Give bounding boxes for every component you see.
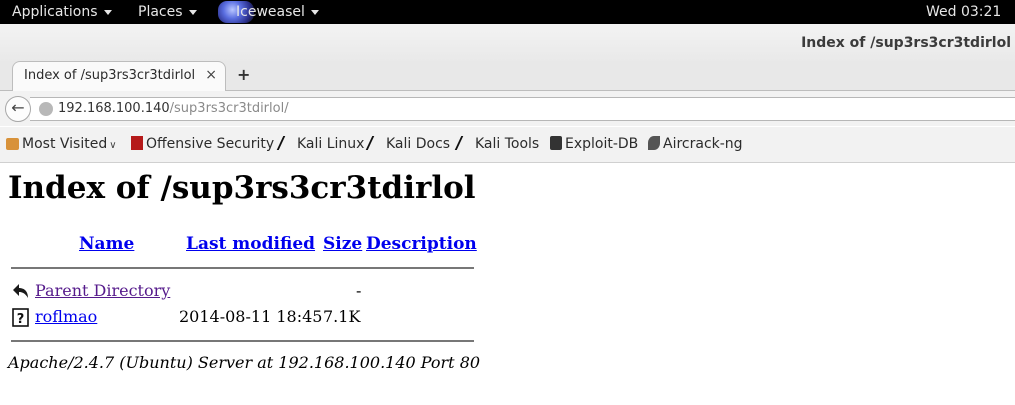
app-name-label: Iceweasel — [236, 4, 305, 20]
chevron-down-icon — [188, 9, 197, 15]
bookmark-kali-tools[interactable]: Kali Tools — [454, 136, 540, 152]
folder-icon — [6, 138, 19, 150]
bookmark-label: Kali Docs — [386, 136, 451, 152]
bookmark-kali-docs[interactable]: Kali Docs — [365, 136, 451, 152]
applications-menu[interactable]: Applications — [12, 3, 112, 21]
close-icon[interactable]: × — [205, 67, 217, 83]
url-text: 192.168.100.140/sup3rs3cr3tdirlol/ — [58, 101, 289, 116]
bookmark-label: Offensive Security — [146, 136, 275, 152]
exploitdb-icon — [550, 136, 562, 150]
back-arrow-icon: ← — [11, 98, 25, 117]
offsec-icon — [131, 136, 143, 150]
applications-label: Applications — [12, 4, 98, 20]
column-header-name[interactable]: Name — [79, 234, 134, 254]
window-titlebar: Index of /sup3rs3cr3tdirlol — [0, 24, 1015, 61]
tab-label: Index of /sup3rs3cr3tdirlol — [24, 68, 196, 83]
divider — [11, 267, 474, 269]
kali-dragon-icon — [276, 136, 298, 150]
bookmark-kali-linux[interactable]: Kali Linux — [276, 136, 365, 152]
chevron-down-icon — [103, 9, 112, 15]
bookmark-label: Kali Linux — [297, 136, 365, 152]
bookmarks-toolbar: Most Visited ∨ Offensive Security Kali Li… — [0, 127, 1015, 163]
bookmark-label: Kali Tools — [475, 136, 540, 152]
bookmark-exploit-db[interactable]: Exploit-DB — [550, 136, 638, 152]
file-link-roflmao[interactable]: roflmao — [35, 307, 97, 326]
column-header-description[interactable]: Description — [366, 234, 477, 254]
kali-dragon-icon — [454, 136, 476, 150]
kali-dragon-icon — [365, 136, 387, 150]
svg-text:?: ? — [17, 312, 25, 327]
chevron-down-icon — [310, 9, 319, 15]
bookmark-most-visited[interactable]: Most Visited ∨ — [6, 136, 117, 152]
globe-icon — [39, 102, 53, 116]
bookmark-aircrack-ng[interactable]: Aircrack-ng — [648, 136, 743, 152]
parent-directory-link[interactable]: Parent Directory — [35, 281, 170, 300]
app-menu[interactable]: Iceweasel — [236, 3, 319, 21]
url-path: /sup3rs3cr3tdirlol/ — [169, 101, 289, 116]
url-bar[interactable]: 192.168.100.140/sup3rs3cr3tdirlol/ — [30, 97, 1015, 121]
new-tab-button[interactable]: + — [237, 65, 250, 84]
back-button[interactable]: ← — [5, 96, 31, 122]
aircrack-icon — [648, 136, 660, 150]
column-header-last-modified[interactable]: Last modified — [186, 234, 315, 254]
bookmark-offensive-security[interactable]: Offensive Security — [131, 136, 274, 152]
tab-strip: Index of /sup3rs3cr3tdirlol × + — [0, 61, 1015, 91]
bookmark-label: Exploit-DB — [565, 136, 639, 152]
top-panel: Applications Places Iceweasel Wed 03:21 — [0, 0, 1015, 24]
chevron-down-icon: ∨ — [109, 140, 117, 151]
server-signature: Apache/2.4.7 (Ubuntu) Server at 192.168.… — [8, 353, 481, 372]
bookmark-label: Most Visited — [22, 136, 108, 152]
page-title: Index of /sup3rs3cr3tdirlol — [8, 170, 476, 206]
column-header-size[interactable]: Size — [323, 234, 362, 254]
row-size: - — [356, 281, 362, 300]
tab-active[interactable]: Index of /sup3rs3cr3tdirlol × — [12, 61, 226, 91]
window-title: Index of /sup3rs3cr3tdirlol — [801, 35, 1011, 51]
divider — [11, 340, 474, 342]
navigation-bar: 192.168.100.140/sup3rs3cr3tdirlol/ ← — [0, 91, 1015, 126]
back-arrow-icon — [13, 284, 28, 298]
places-menu[interactable]: Places — [138, 3, 197, 21]
url-host: 192.168.100.140 — [58, 101, 170, 116]
row-size: 7.1K — [323, 307, 361, 326]
bookmark-label: Aircrack-ng — [663, 136, 743, 152]
places-label: Places — [138, 4, 183, 20]
clock[interactable]: Wed 03:21 — [926, 3, 1001, 21]
unknown-file-icon: ? — [12, 308, 29, 327]
row-last-modified: 2014-08-11 18:45 — [179, 307, 323, 326]
